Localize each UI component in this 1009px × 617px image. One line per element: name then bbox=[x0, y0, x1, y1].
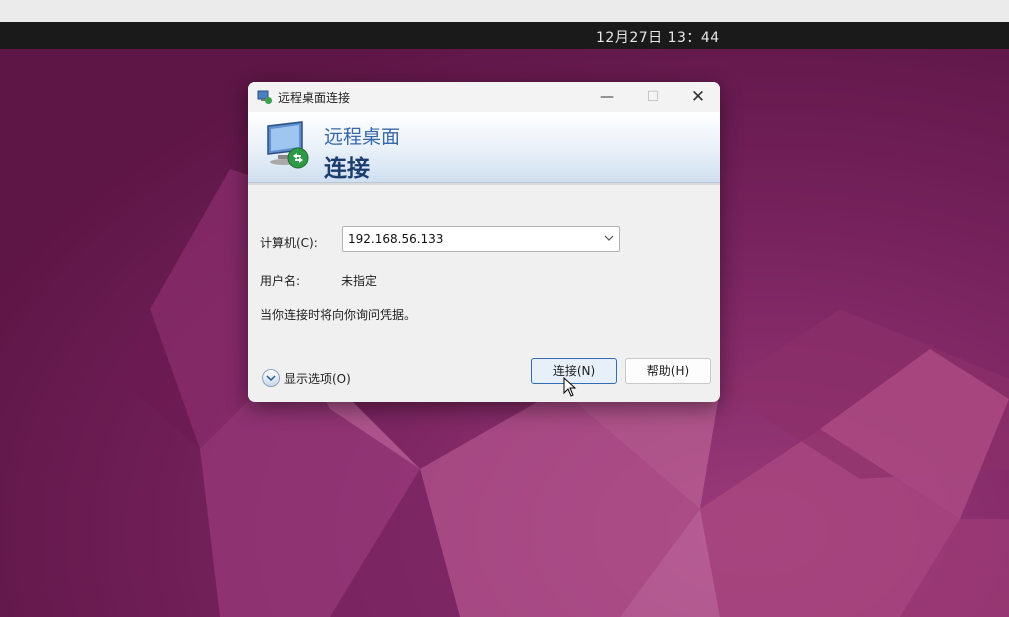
computer-label: 计算机(C): bbox=[260, 236, 318, 250]
remote-desktop-icon bbox=[257, 90, 272, 104]
clock[interactable]: 12月27日 13：44 bbox=[596, 27, 720, 47]
banner-title: 连接 bbox=[324, 156, 370, 182]
close-icon[interactable]: ✕ bbox=[675, 82, 720, 112]
show-options-toggle[interactable]: 显示选项(O) bbox=[262, 368, 362, 387]
chevron-down-icon[interactable] bbox=[603, 232, 615, 244]
dialog-banner: 远程桌面 连接 bbox=[248, 112, 720, 183]
username-label: 用户名: bbox=[260, 274, 301, 288]
dialog-title: 远程桌面连接 bbox=[278, 91, 351, 105]
computer-value[interactable]: 192.168.56.133 bbox=[348, 232, 443, 246]
help-button[interactable]: 帮助(H) bbox=[625, 358, 711, 384]
divider bbox=[248, 183, 720, 185]
show-options-label[interactable]: 显示选项(O) bbox=[284, 370, 351, 387]
minimize-icon[interactable]: — bbox=[584, 82, 630, 112]
dialog-titlebar[interactable]: 远程桌面连接 — ☐ ✕ bbox=[248, 82, 720, 112]
maximize-icon[interactable]: ☐ bbox=[630, 82, 676, 112]
system-top-bar: 12月27日 13：44 bbox=[0, 22, 1009, 49]
computer-combobox[interactable]: 192.168.56.133 bbox=[342, 226, 620, 252]
banner-subtitle: 远程桌面 bbox=[324, 126, 401, 148]
browser-top-strip bbox=[0, 0, 1009, 22]
remote-desktop-icon bbox=[267, 121, 309, 169]
expand-options-icon[interactable] bbox=[262, 369, 280, 387]
mouse-cursor-icon bbox=[563, 377, 577, 397]
credentials-prompt: 当你连接时将向你询问凭据。 bbox=[260, 308, 417, 322]
remote-desktop-dialog: 远程桌面连接 — ☐ ✕ 远程桌面 连接 计算机(C): 192.168.56.… bbox=[248, 82, 720, 402]
username-value: 未指定 bbox=[341, 274, 378, 288]
